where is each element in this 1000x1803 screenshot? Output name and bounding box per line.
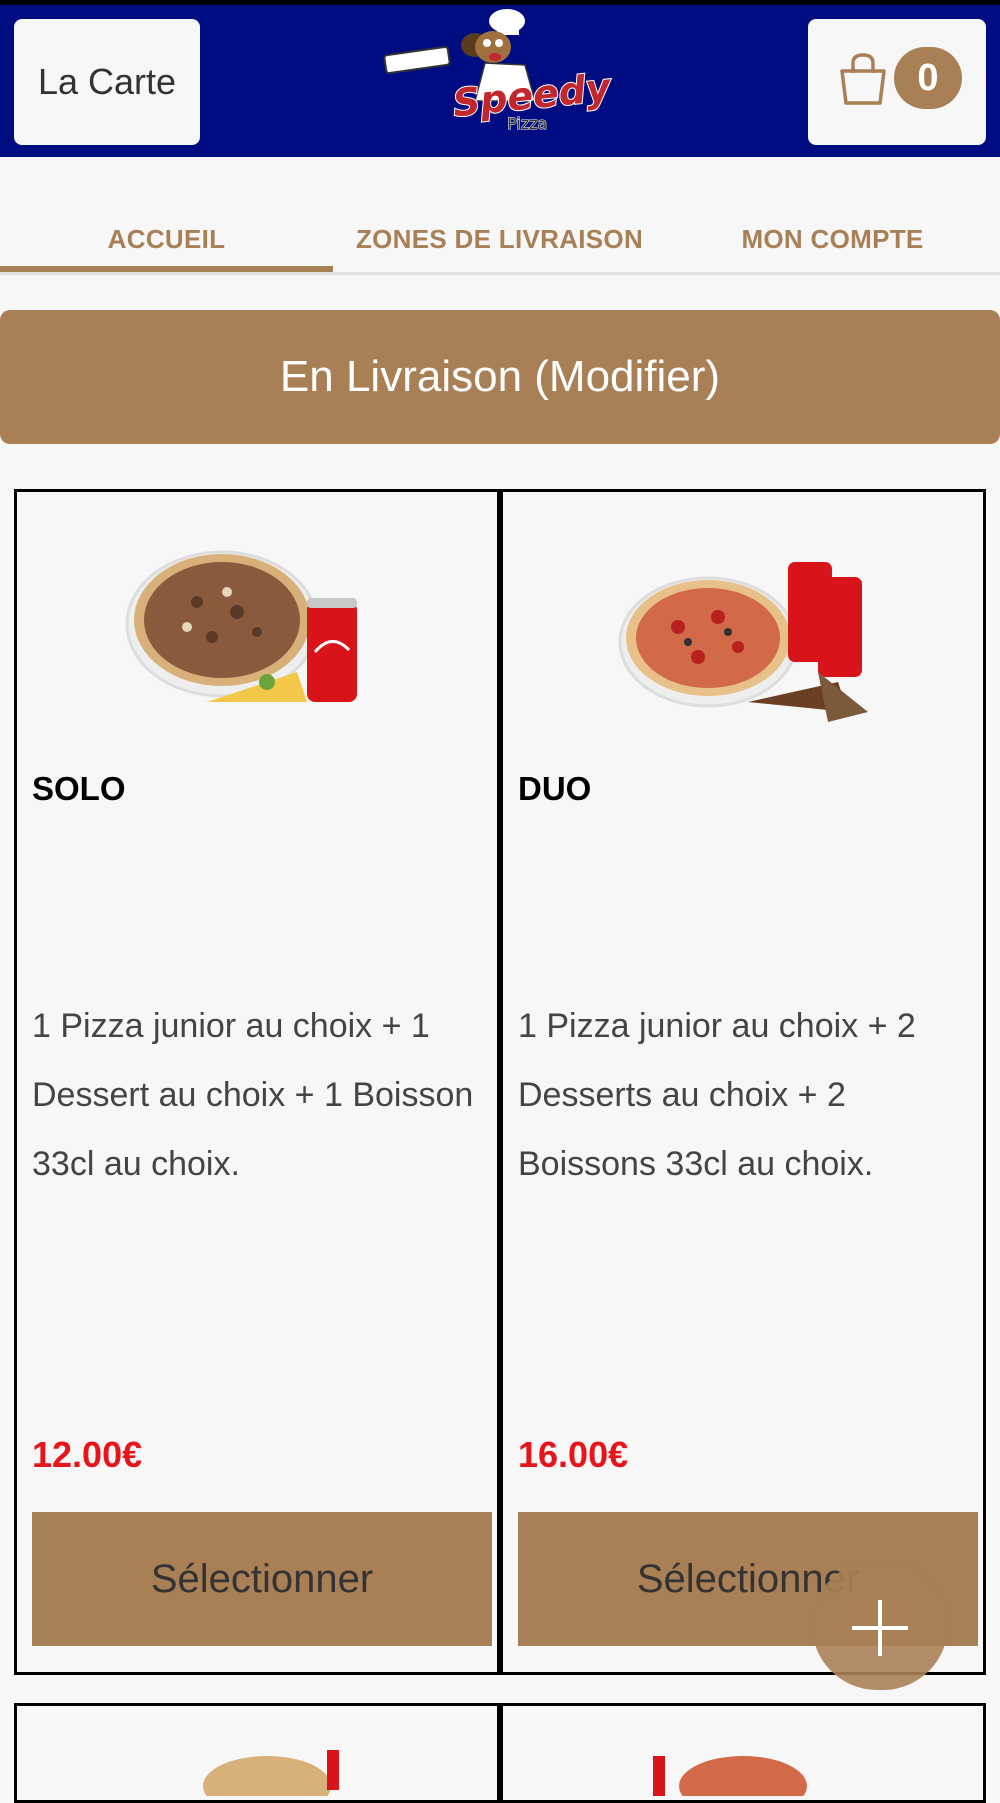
- nav-tabs: ACCUEIL ZONES DE LIVRAISON MON COMPTE: [0, 200, 1000, 275]
- product-card: [500, 1703, 986, 1803]
- speedy-pizza-logo: Speedy Pizza: [383, 9, 616, 131]
- select-button[interactable]: Sélectionner: [32, 1512, 492, 1646]
- app-header: La Carte Speedy Pizza 0: [0, 5, 1000, 157]
- tab-mon-compte[interactable]: MON COMPTE: [666, 200, 999, 272]
- product-image: [653, 1756, 807, 1796]
- product-price: 16.00€: [518, 1434, 629, 1475]
- product-description: 1 Pizza junior au choix + 1 Dessert au c…: [32, 1007, 474, 1183]
- product-card: SOLO 1 Pizza junior au choix + 1 Dessert…: [14, 489, 500, 1675]
- tab-zones-de-livraison[interactable]: ZONES DE LIVRAISON: [333, 200, 666, 272]
- product-card: DUO 1 Pizza junior au choix + 2 Desserts…: [500, 489, 986, 1675]
- tab-accueil[interactable]: ACCUEIL: [0, 200, 333, 272]
- product-title: SOLO: [32, 770, 126, 807]
- product-title: DUO: [518, 770, 592, 807]
- menu-button[interactable]: La Carte: [14, 19, 200, 145]
- product-card: [14, 1703, 500, 1803]
- product-image-solo: [125, 550, 357, 702]
- product-image-duo: [618, 562, 868, 722]
- delivery-mode-button[interactable]: En Livraison (Modifier): [0, 310, 1000, 444]
- plus-icon: [852, 1600, 908, 1656]
- product-price: 12.00€: [32, 1434, 143, 1475]
- cart-button[interactable]: 0: [808, 19, 986, 145]
- svg-text:Pizza: Pizza: [507, 114, 547, 131]
- add-fab-button[interactable]: [812, 1560, 948, 1690]
- product-image: [203, 1750, 339, 1796]
- shopping-bag-icon: [840, 53, 886, 105]
- active-tab-indicator: [0, 266, 333, 272]
- product-description: 1 Pizza junior au choix + 2 Desserts au …: [518, 1007, 916, 1183]
- cart-count-badge: 0: [894, 47, 962, 109]
